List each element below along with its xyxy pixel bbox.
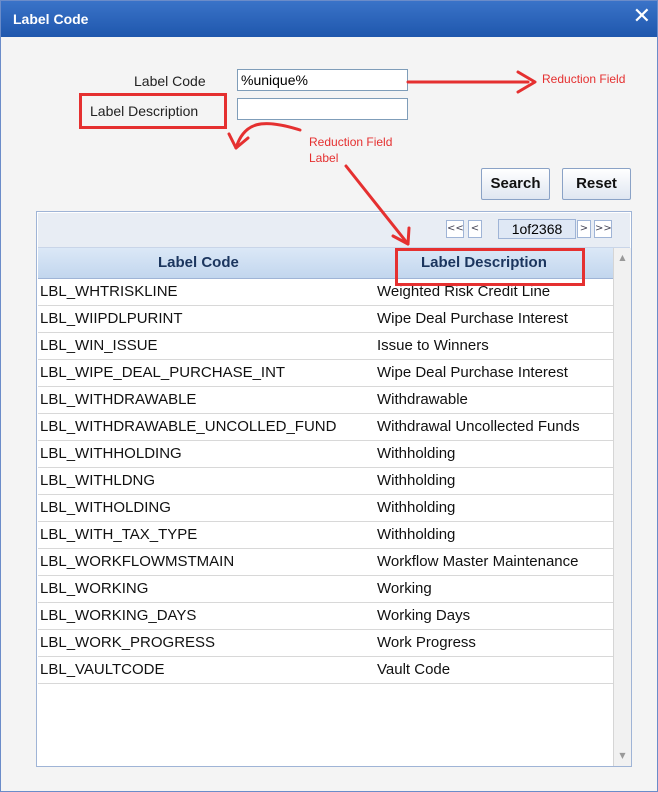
cell-label-description: Withdrawable bbox=[377, 391, 468, 408]
label-code-label: Label Code bbox=[134, 73, 206, 89]
table-row[interactable]: LBL_VAULTCODE Vault Code bbox=[38, 657, 613, 684]
table-row[interactable]: LBL_WIPE_DEAL_PURCHASE_INT Wipe Deal Purc… bbox=[38, 360, 613, 387]
label-description-label: Label Description bbox=[90, 103, 199, 119]
table-row[interactable]: LBL_WORKING Working bbox=[38, 576, 613, 603]
cell-label-description: Wipe Deal Purchase Interest bbox=[377, 310, 568, 327]
table-row[interactable]: LBL_WORK_PROGRESS Work Progress bbox=[38, 630, 613, 657]
table-row[interactable]: LBL_WORKING_DAYS Working Days bbox=[38, 603, 613, 630]
dialog-title: Label Code bbox=[13, 11, 89, 27]
cell-label-description: Working Days bbox=[377, 607, 471, 624]
table-row[interactable]: LBL_WITHLDNG Withholding bbox=[38, 468, 613, 495]
table-row[interactable]: LBL_WIIPDLPURINT Wipe Deal Purchase Inter… bbox=[38, 306, 613, 333]
vertical-scrollbar[interactable]: ▲ ▼ bbox=[613, 248, 631, 766]
cell-label-description: Issue to Winners bbox=[377, 337, 489, 354]
table-row[interactable]: LBL_WITHDRAWABLE Withdrawable bbox=[38, 387, 613, 414]
cell-label-code[interactable]: LBL_WORKING bbox=[40, 580, 148, 597]
cell-label-description: Withholding bbox=[377, 445, 456, 462]
reduction-field-label-annotation-line2: Label bbox=[309, 151, 339, 165]
cell-label-description: Withholding bbox=[377, 499, 456, 516]
reduction-field-label-annotation-line1: Reduction Field bbox=[309, 135, 393, 149]
label-description-input[interactable] bbox=[237, 98, 408, 120]
table-row[interactable]: LBL_WITHOLDING Withholding bbox=[38, 495, 613, 522]
table-row[interactable]: LBL_WORKFLOWMSTMAIN Workflow Master Maint… bbox=[38, 549, 613, 576]
last-page-button[interactable]: >> bbox=[594, 220, 612, 238]
cell-label-description: Withdrawal Uncollected Funds bbox=[377, 418, 580, 435]
cell-label-description: Wipe Deal Purchase Interest bbox=[377, 364, 568, 381]
cell-label-code[interactable]: LBL_WITHOLDING bbox=[40, 499, 171, 516]
results-grid: << < 1of2368 > >> Label Code Label Descr… bbox=[36, 211, 632, 767]
cell-label-description: Withholding bbox=[377, 526, 456, 543]
table-body: LBL_WHTRISKLINE Weighted Risk Credit Line… bbox=[38, 279, 613, 684]
reduction-field-annotation: Reduction Field bbox=[542, 72, 626, 86]
page-info: 1of2368 bbox=[498, 219, 576, 239]
cell-label-description: Vault Code bbox=[377, 661, 451, 678]
cell-label-description: Withholding bbox=[377, 472, 456, 489]
title-bar[interactable]: Label Code ✕ bbox=[1, 1, 657, 37]
cell-label-code[interactable]: LBL_WIIPDLPURINT bbox=[40, 310, 183, 327]
cell-label-code[interactable]: LBL_WHTRISKLINE bbox=[40, 283, 178, 300]
pager: << < 1of2368 > >> bbox=[38, 213, 630, 248]
cell-label-code[interactable]: LBL_WORKING_DAYS bbox=[40, 607, 196, 624]
cell-label-description: Working bbox=[377, 580, 432, 597]
cell-label-code[interactable]: LBL_WITHLDNG bbox=[40, 472, 155, 489]
scroll-down-icon[interactable]: ▼ bbox=[614, 748, 631, 764]
cell-label-code[interactable]: LBL_VAULTCODE bbox=[40, 661, 165, 678]
cell-label-description: Work Progress bbox=[377, 634, 476, 651]
cell-label-code[interactable]: LBL_WORKFLOWMSTMAIN bbox=[40, 553, 234, 570]
table-row[interactable]: LBL_WIN_ISSUE Issue to Winners bbox=[38, 333, 613, 360]
scroll-up-icon[interactable]: ▲ bbox=[614, 250, 631, 266]
cell-label-code[interactable]: LBL_WORK_PROGRESS bbox=[40, 634, 215, 651]
label-code-dialog: Label Code ✕ Label Code Label Descriptio… bbox=[0, 0, 658, 792]
next-page-button[interactable]: > bbox=[577, 220, 591, 238]
column-header-label-code[interactable]: Label Code bbox=[158, 248, 239, 278]
first-page-button[interactable]: << bbox=[446, 220, 464, 238]
cell-label-code[interactable]: LBL_WIN_ISSUE bbox=[40, 337, 158, 354]
prev-page-button[interactable]: < bbox=[468, 220, 482, 238]
table-row[interactable]: LBL_WITH_TAX_TYPE Withholding bbox=[38, 522, 613, 549]
cell-label-description: Workflow Master Maintenance bbox=[377, 553, 579, 570]
label-description-header-highlight bbox=[395, 248, 585, 286]
search-button[interactable]: Search bbox=[481, 168, 550, 200]
cell-label-code[interactable]: LBL_WIPE_DEAL_PURCHASE_INT bbox=[40, 364, 285, 381]
cell-label-code[interactable]: LBL_WITHDRAWABLE bbox=[40, 391, 196, 408]
table-row[interactable]: LBL_WITHDRAWABLE_UNCOLLED_FUND Withdrawal… bbox=[38, 414, 613, 441]
cell-label-code[interactable]: LBL_WITHDRAWABLE_UNCOLLED_FUND bbox=[40, 418, 336, 435]
table-row[interactable]: LBL_WITHHOLDING Withholding bbox=[38, 441, 613, 468]
cell-label-code[interactable]: LBL_WITH_TAX_TYPE bbox=[40, 526, 197, 543]
cell-label-code[interactable]: LBL_WITHHOLDING bbox=[40, 445, 182, 462]
close-icon[interactable]: ✕ bbox=[633, 6, 651, 28]
reset-button[interactable]: Reset bbox=[562, 168, 631, 200]
label-code-input[interactable] bbox=[237, 69, 408, 91]
